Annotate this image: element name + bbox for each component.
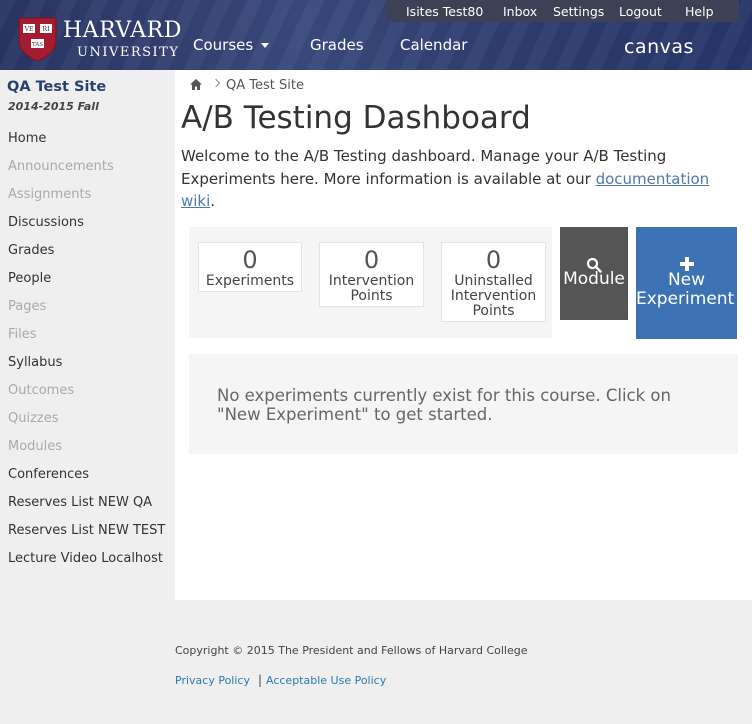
footer-separator: | xyxy=(258,673,263,687)
intro-text: Welcome to the A/B Testing dashboard. Ma… xyxy=(181,145,726,213)
nav-courses[interactable]: Courses xyxy=(193,36,270,54)
page-title: A/B Testing Dashboard xyxy=(181,100,531,136)
empty-state-message: No experiments currently exist for this … xyxy=(189,354,738,454)
sidebar-item-grades[interactable]: Grades xyxy=(8,243,54,258)
logo-university-text: UNIVERSITY xyxy=(77,44,180,60)
sidebar-item-syllabus[interactable]: Syllabus xyxy=(8,355,62,370)
new-experiment-label: New Experiment xyxy=(636,271,737,309)
stat-intervention-points: 0 Intervention Points xyxy=(319,242,424,307)
global-header: VE RI TAS HARVARD UNIVERSITY Courses Gra… xyxy=(0,0,752,70)
stat-experiments: 0 Experiments xyxy=(198,242,302,292)
acceptable-use-policy-link[interactable]: Acceptable Use Policy xyxy=(266,674,386,687)
module-button-label: Module xyxy=(563,269,625,289)
sidebar-item-conferences[interactable]: Conferences xyxy=(8,467,89,482)
stat-intervention-points-value: 0 xyxy=(363,246,380,274)
home-icon[interactable] xyxy=(190,79,202,90)
sidebar-item-reserves-list-new-qa[interactable]: Reserves List NEW QA xyxy=(8,495,152,510)
harvard-shield-icon: VE RI TAS xyxy=(18,17,57,62)
sidebar-item-announcements: Announcements xyxy=(8,159,114,174)
stats-panel: 0 Experiments 0 Intervention Points 0 Un… xyxy=(189,227,552,338)
user-profile-link[interactable]: Isites Test80 xyxy=(406,4,483,19)
intro-end: . xyxy=(210,192,216,210)
inbox-link[interactable]: Inbox xyxy=(503,4,537,19)
course-title[interactable]: QA Test Site xyxy=(7,79,106,95)
new-experiment-label-line1: New xyxy=(667,270,706,290)
sidebar-item-lecture-video-localhost[interactable]: Lecture Video Localhost xyxy=(8,551,163,566)
settings-link[interactable]: Settings xyxy=(553,4,604,19)
nav-grades[interactable]: Grades xyxy=(310,36,364,54)
sidebar-item-quizzes: Quizzes xyxy=(8,411,59,426)
shield-text-tas: TAS xyxy=(32,42,43,48)
stat-experiments-label: Experiments xyxy=(205,273,295,289)
sidebar-item-reserves-list-new-test[interactable]: Reserves List NEW TEST xyxy=(8,523,165,538)
caret-down-icon xyxy=(261,43,270,48)
sidebar-item-pages: Pages xyxy=(8,299,47,314)
new-experiment-label-line2: Experiment xyxy=(636,289,735,309)
shield-text-ve: VE xyxy=(24,26,34,33)
stat-uninstalled-label: Uninstalled Intervention Points xyxy=(450,273,537,319)
sidebar-item-people[interactable]: People xyxy=(8,271,51,286)
harvard-logo[interactable]: VE RI TAS HARVARD UNIVERSITY xyxy=(17,15,187,63)
module-button[interactable]: Module xyxy=(560,227,628,320)
logout-link[interactable]: Logout xyxy=(619,4,662,19)
stat-intervention-points-label: Intervention Points xyxy=(328,273,415,304)
shield-text-ri: RI xyxy=(43,26,51,33)
sidebar-item-discussions[interactable]: Discussions xyxy=(8,215,84,230)
user-nav: Isites Test80 Inbox Settings Logout Help xyxy=(386,0,739,22)
intro-body: Welcome to the A/B Testing dashboard. Ma… xyxy=(181,147,667,188)
sidebar-item-assignments: Assignments xyxy=(8,187,92,202)
plus-icon xyxy=(679,257,694,271)
nav-calendar[interactable]: Calendar xyxy=(400,36,467,54)
breadcrumb-current[interactable]: QA Test Site xyxy=(226,78,304,93)
main-content: QA Test Site A/B Testing Dashboard Welco… xyxy=(175,70,752,600)
sidebar-item-files: Files xyxy=(8,327,37,342)
stat-uninstalled-value: 0 xyxy=(485,246,502,274)
help-link[interactable]: Help xyxy=(685,4,714,19)
empty-state-text: No experiments currently exist for this … xyxy=(217,386,671,424)
course-term: 2014-2015 Fall xyxy=(8,100,99,113)
logo-harvard-text: HARVARD xyxy=(63,17,182,43)
new-experiment-button[interactable]: New Experiment xyxy=(636,227,737,339)
footer-copyright: Copyright © 2015 The President and Fello… xyxy=(175,644,528,657)
chevron-right-icon xyxy=(211,78,221,88)
stat-experiments-value: 0 xyxy=(242,246,258,274)
nav-courses-label: Courses xyxy=(193,36,254,54)
canvas-brand[interactable]: canvas xyxy=(624,36,694,58)
sidebar-item-outcomes: Outcomes xyxy=(8,383,75,398)
privacy-policy-link[interactable]: Privacy Policy xyxy=(175,674,250,687)
stat-uninstalled-intervention-points: 0 Uninstalled Intervention Points xyxy=(441,242,546,322)
sidebar-item-home[interactable]: Home xyxy=(8,131,46,146)
sidebar-item-modules: Modules xyxy=(8,439,63,454)
course-sidebar: QA Test Site 2014-2015 Fall Home Announce… xyxy=(0,70,175,600)
